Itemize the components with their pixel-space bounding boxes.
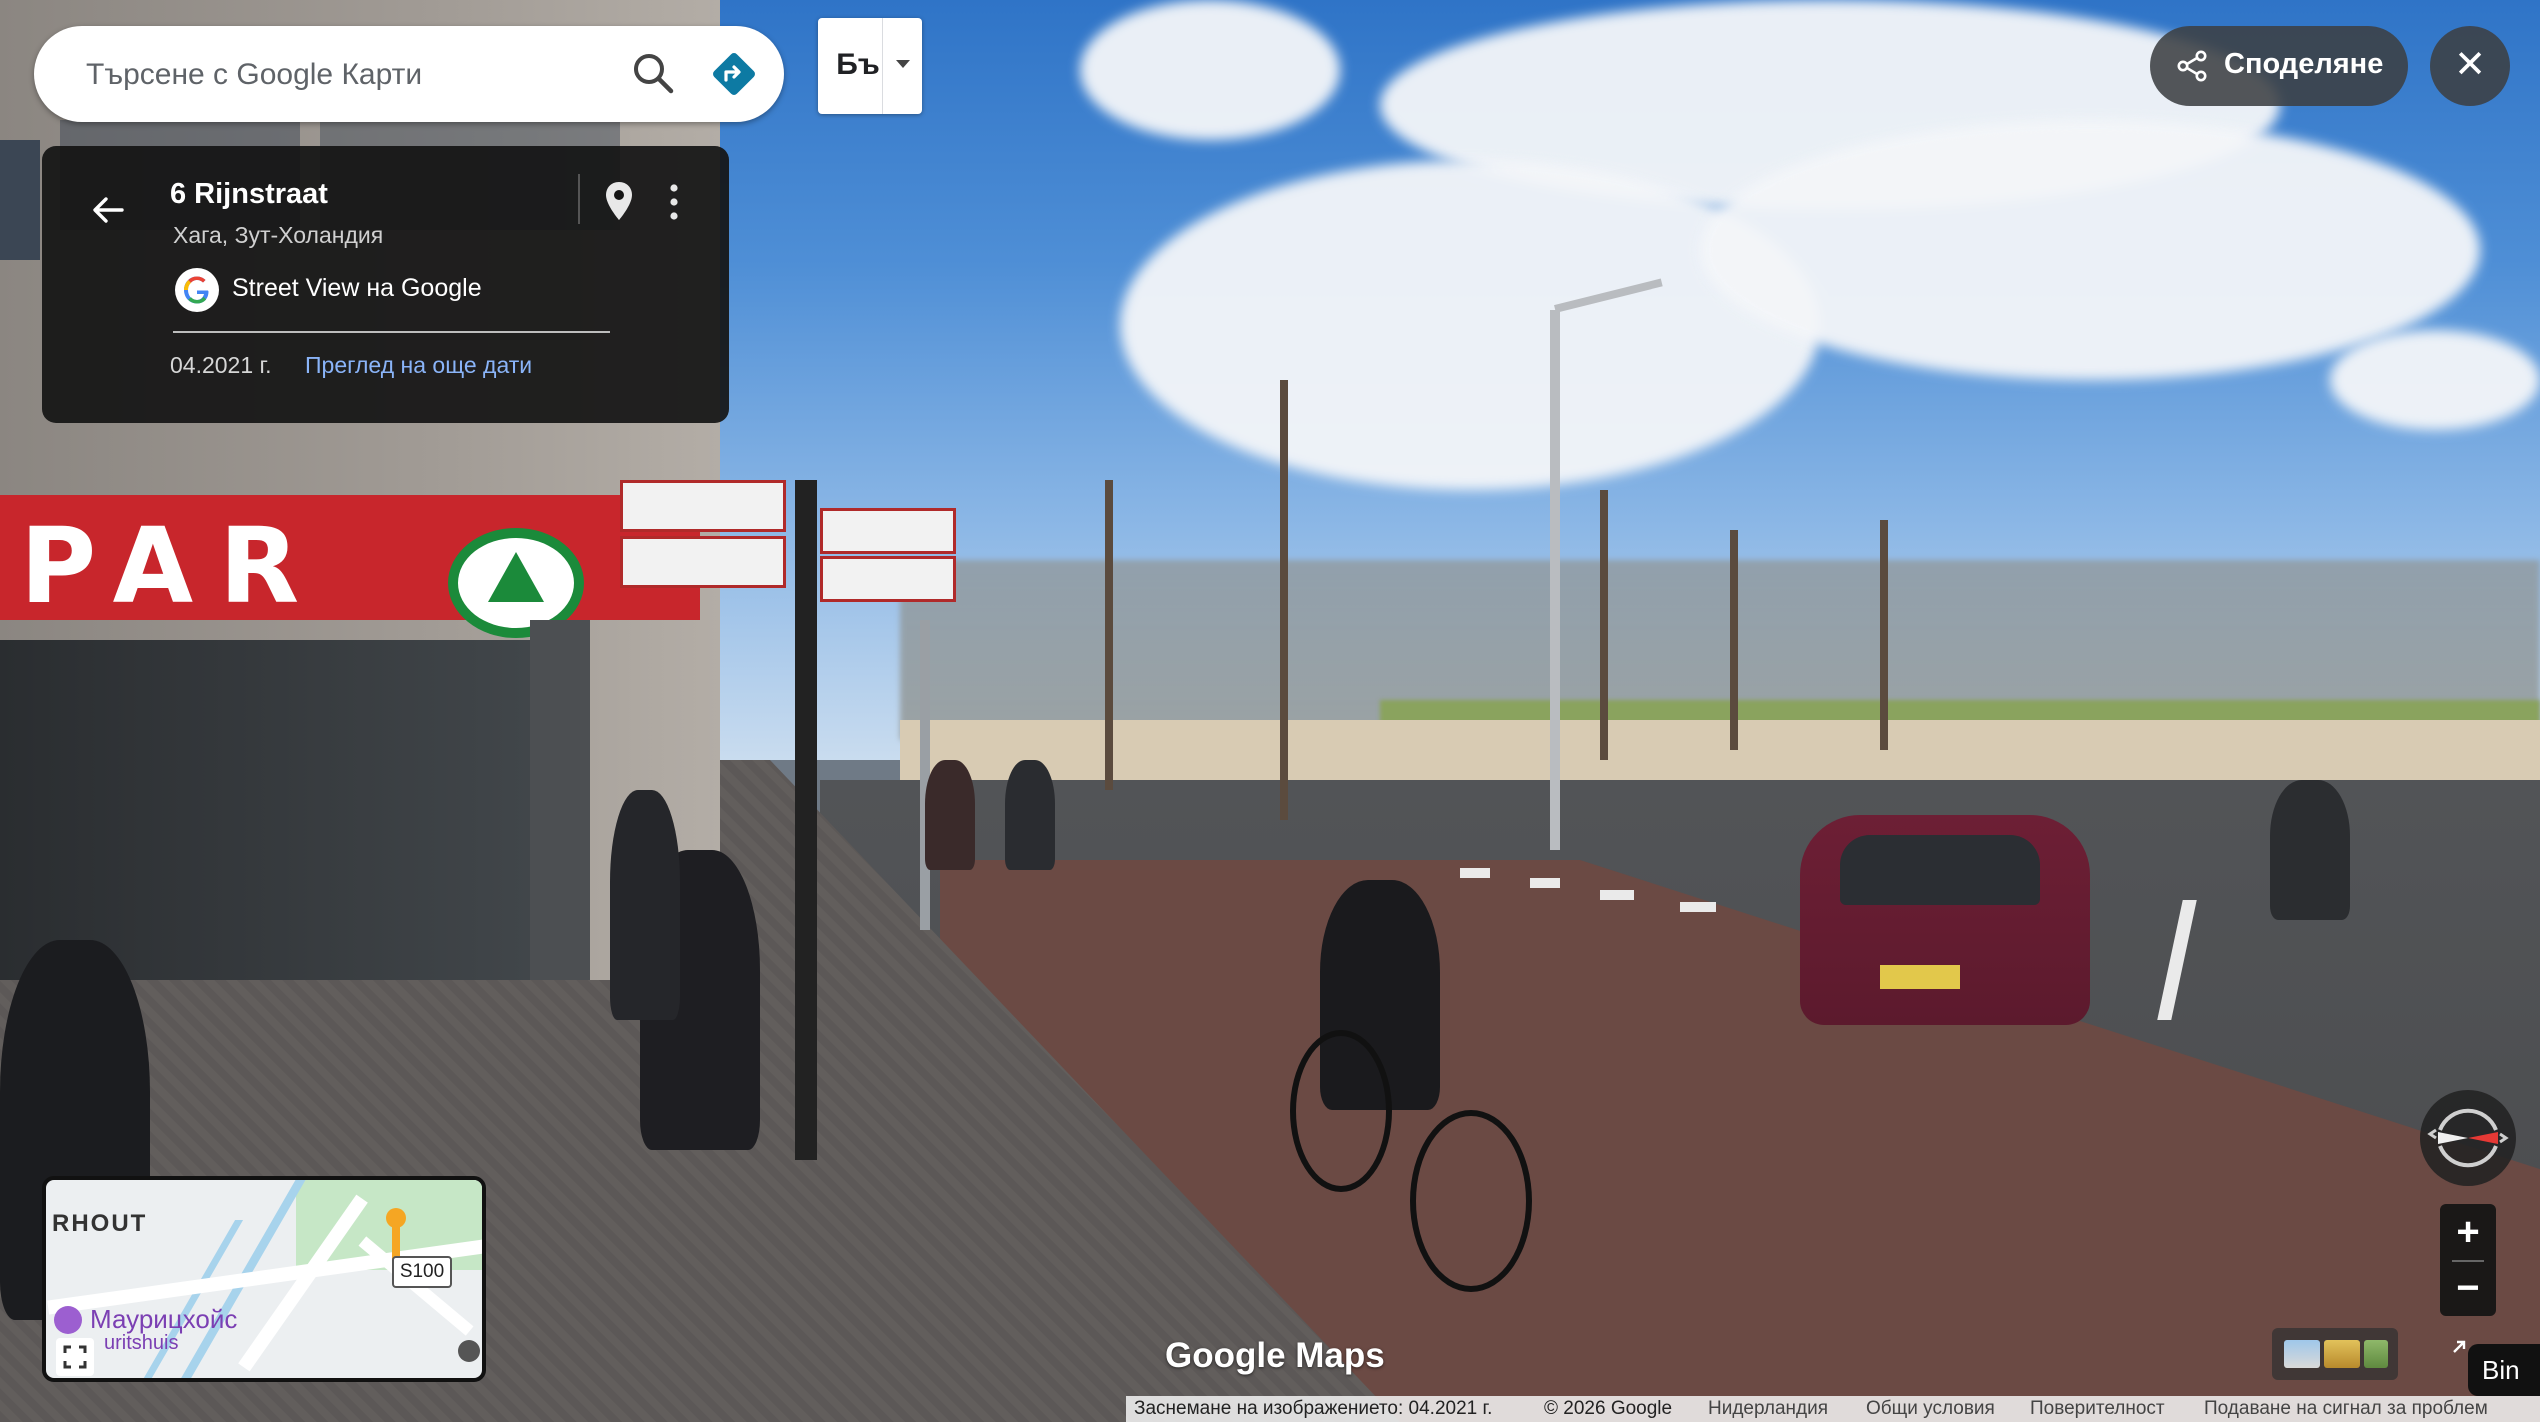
chevron-down-icon[interactable] [896, 60, 910, 68]
privacy-link[interactable]: Поверителност [2030, 1398, 2165, 1420]
cloud [1120, 160, 1820, 490]
compass-button[interactable] [2420, 1090, 2516, 1186]
close-icon: ✕ [2454, 44, 2486, 86]
direction-sign [620, 480, 786, 532]
signpost-pole [795, 480, 817, 1160]
cloud [2330, 330, 2540, 430]
tree [1600, 490, 1608, 760]
input-tools-label: Бъ [836, 48, 880, 81]
copyright: © 2026 Google [1544, 1398, 1673, 1419]
shopfront [0, 640, 530, 980]
zoom-control: + − [2440, 1204, 2496, 1316]
expand-minimap-button[interactable] [56, 1338, 94, 1376]
tree [1105, 480, 1113, 790]
car [1800, 815, 2090, 1025]
share-button[interactable]: Споделяне [2150, 26, 2408, 106]
layer-thumbnail[interactable] [2364, 1340, 2388, 1368]
cloud [1080, 0, 1340, 140]
arrow-back-icon [93, 197, 124, 223]
pegman-icon [392, 1226, 400, 1260]
imagery-layer-picker [2272, 1328, 2398, 1380]
report-problem-link[interactable]: Подаване на сигнал за проблем [2204, 1398, 2488, 1420]
lane-marking [1680, 902, 1716, 912]
expand-icon[interactable] [2448, 1336, 2470, 1358]
shop-sign-text: PAR [20, 505, 326, 627]
route-shield: S100 [392, 1256, 452, 1288]
back-button[interactable] [80, 182, 136, 238]
sign-pole [920, 620, 930, 930]
tree [1280, 380, 1288, 820]
tree [1880, 520, 1888, 750]
more-vert-icon [670, 184, 678, 220]
cloud [1700, 120, 2480, 380]
window [0, 140, 40, 260]
divider [173, 331, 610, 333]
zoom-out-button[interactable]: − [2440, 1260, 2496, 1316]
minimap-area-label: RHOUT [52, 1210, 148, 1237]
minimap-poi-label: Маурицхойс [90, 1304, 238, 1334]
pedestrian [610, 790, 680, 1020]
address-title: 6 Rijnstraat [170, 178, 328, 210]
google-maps-logo: Google Maps [1165, 1336, 1385, 1375]
close-street-view-button[interactable]: ✕ [2430, 26, 2510, 106]
cyclist [2270, 780, 2350, 920]
country-link[interactable]: Нидерландия [1708, 1398, 1828, 1420]
fullscreen-icon [56, 1338, 94, 1376]
share-icon [2177, 50, 2207, 82]
lane-marking [1600, 890, 1634, 900]
divider [882, 18, 883, 114]
attribution-bar: Заснемане на изображението: 04.2021 г. ©… [1126, 1396, 2540, 1422]
bike-wheel [1410, 1110, 1532, 1292]
search-icon [634, 54, 674, 94]
more-options-button[interactable] [654, 174, 694, 230]
layer-thumbnail[interactable] [2324, 1340, 2360, 1368]
bing-tab[interactable]: Bin [2468, 1344, 2540, 1396]
direction-sign [820, 556, 956, 602]
bike-wheel [1290, 1030, 1392, 1192]
share-label: Споделяне [2224, 48, 2384, 80]
minimap[interactable]: RHOUT Маурицхойс uritshuis S100 [42, 1176, 486, 1382]
direction-sign [620, 536, 786, 588]
cyclist [925, 760, 975, 870]
lock-icon [458, 1340, 480, 1362]
directions-button[interactable] [704, 44, 764, 104]
location-info-panel: 6 Rijnstraat Хага, Зут-Холандия Street V… [42, 146, 729, 423]
zoom-in-button[interactable]: + [2440, 1204, 2496, 1260]
directions-icon [713, 53, 755, 95]
capture-date-footer: Заснемане на изображението: 04.2021 г. [1134, 1398, 1493, 1419]
cyclist [1005, 760, 1055, 870]
direction-sign [820, 508, 956, 554]
terms-link[interactable]: Общи условия [1866, 1398, 1995, 1420]
input-tools-button[interactable]: Бъ [818, 18, 922, 114]
museum-icon [54, 1306, 82, 1334]
search-box [34, 26, 784, 122]
see-more-dates-link[interactable]: Преглед на още дати [305, 352, 532, 379]
map-pin-icon [606, 182, 632, 220]
compass-icon [2427, 1108, 2509, 1168]
tree [1730, 530, 1738, 750]
pegman-icon [386, 1208, 406, 1228]
show-on-map-button[interactable] [594, 174, 644, 230]
google-logo-icon [175, 268, 219, 312]
search-input[interactable] [84, 48, 608, 102]
layer-thumbnail[interactable] [2284, 1340, 2320, 1368]
address-subtitle: Хага, Зут-Холандия [173, 222, 384, 248]
pillar [530, 620, 590, 980]
divider [578, 174, 580, 224]
street-lamp [1550, 310, 1560, 850]
lane-marking [1460, 868, 1490, 878]
capture-date: 04.2021 г. [170, 352, 272, 378]
search-button[interactable] [624, 44, 684, 104]
imagery-source-label: Street View на Google [232, 274, 482, 302]
lane-marking [1530, 878, 1560, 888]
minimap-poi-sublabel: uritshuis [104, 1332, 179, 1354]
